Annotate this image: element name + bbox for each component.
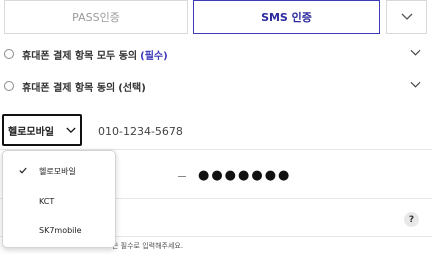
check-icon: [19, 167, 27, 174]
carrier-select[interactable]: 헬로모바일: [2, 114, 82, 146]
tab-sms-auth[interactable]: SMS 인증: [193, 0, 380, 34]
carrier-selected-value: 헬로모바일: [8, 126, 54, 138]
help-icon[interactable]: ?: [404, 212, 419, 227]
consent-all-radio[interactable]: [4, 49, 14, 59]
chevron-down-icon[interactable]: [410, 49, 421, 57]
birth-dash: [178, 176, 186, 177]
chevron-down-icon: [401, 13, 412, 20]
carrier-option-label: KCT: [39, 196, 55, 206]
payment-auth-panel: PASS인증 SMS 인증 휴대폰 결제 항목 모두 동의 (필수) 휴대폰 결…: [0, 0, 432, 254]
carrier-option-kct[interactable]: KCT: [3, 191, 115, 211]
optional-tag: (선택): [118, 82, 146, 94]
help-label: ?: [408, 214, 415, 225]
carrier-dropdown-menu: 헬로모바일 KCT SK7mobile: [2, 150, 116, 248]
consent-optional-text: 휴대폰 결제 항목 동의: [22, 82, 116, 94]
carrier-option-label: 헬로모바일: [39, 166, 76, 176]
carrier-option-label: SK7mobile: [39, 225, 82, 235]
chevron-down-icon: [66, 127, 76, 134]
phone-number-input[interactable]: [98, 122, 338, 140]
consent-optional[interactable]: 휴대폰 결제 항목 동의 (선택): [4, 75, 427, 97]
required-tag: (필수): [140, 50, 168, 62]
tab-sms-label: SMS 인증: [261, 11, 312, 24]
chevron-down-icon[interactable]: [410, 81, 421, 89]
consent-all-text: 휴대폰 결제 항목 모두 동의: [22, 50, 138, 62]
masked-value: ●●●●●●●: [198, 168, 292, 183]
carrier-option-hellomobile[interactable]: 헬로모바일: [3, 161, 115, 181]
consent-all-required[interactable]: 휴대폰 결제 항목 모두 동의 (필수): [4, 43, 427, 65]
more-auth-button[interactable]: [386, 0, 427, 34]
carrier-option-sk7mobile[interactable]: SK7mobile: [3, 220, 115, 240]
tab-pass-label: PASS인증: [72, 11, 120, 24]
masked-registration-input[interactable]: ●●●●●●●: [198, 168, 292, 183]
required-footnote: 은 필수로 입력해주세요.: [112, 242, 184, 250]
tab-pass-auth[interactable]: PASS인증: [4, 0, 188, 34]
consent-optional-radio[interactable]: [4, 81, 14, 91]
